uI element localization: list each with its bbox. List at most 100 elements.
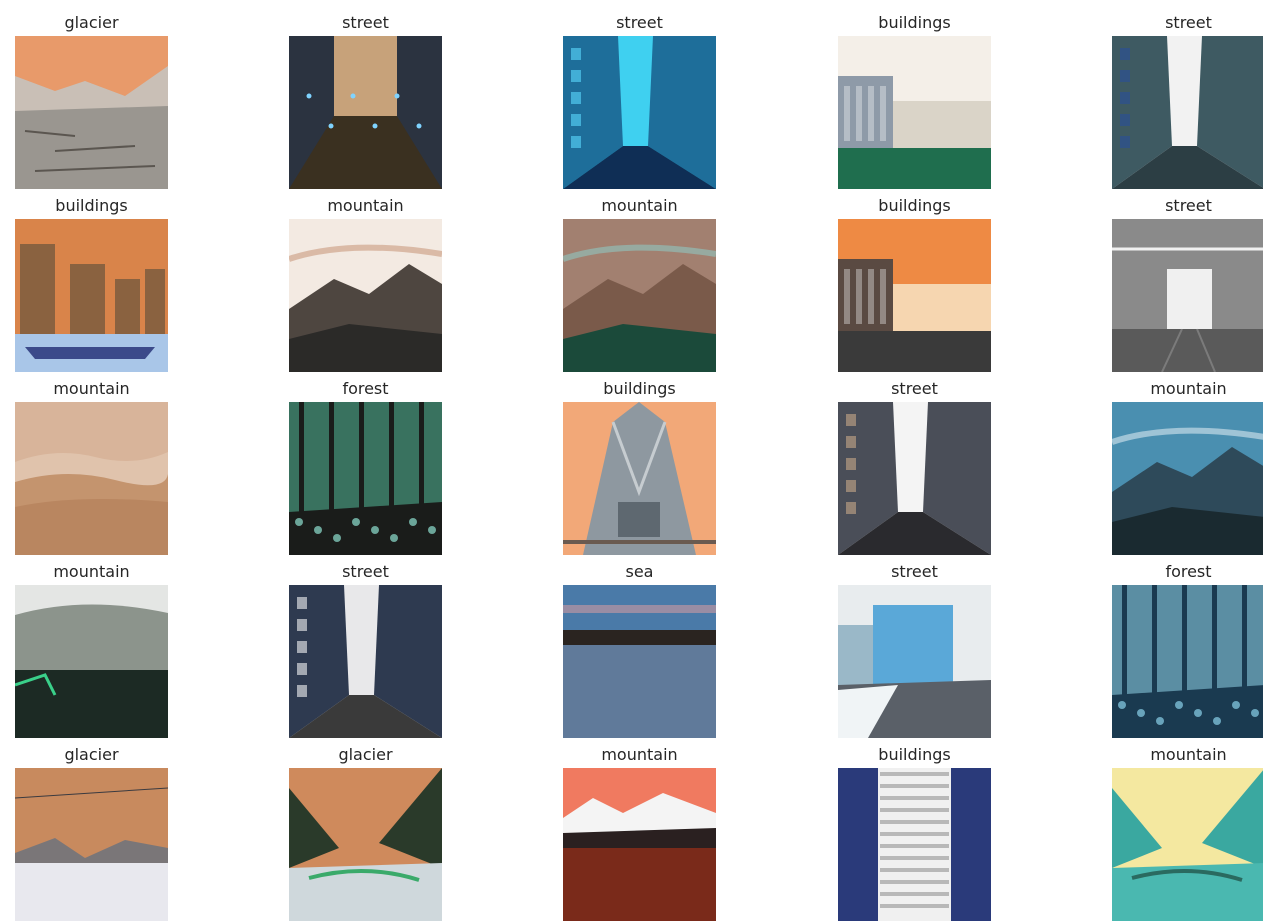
foliage	[1156, 717, 1164, 725]
street-image	[289, 36, 442, 189]
window	[297, 685, 307, 697]
mountain-image	[15, 402, 168, 555]
window	[846, 414, 856, 426]
grid-cell: street	[1112, 9, 1263, 189]
image-label: glacier	[64, 13, 119, 32]
scene-sea	[563, 585, 716, 738]
image-label: mountain	[601, 196, 678, 215]
window	[846, 436, 856, 448]
foliage	[390, 534, 398, 542]
facade-slat	[880, 880, 949, 884]
window-column	[880, 86, 886, 141]
forest-image	[1112, 585, 1263, 738]
scene-street	[563, 36, 716, 189]
facade-slat	[880, 856, 949, 860]
grid-cell: mountain	[563, 192, 716, 372]
scene-cathedral	[563, 402, 716, 555]
image-label: street	[616, 13, 663, 32]
window-column	[844, 269, 850, 324]
grid-cell: street	[289, 9, 442, 189]
scene-facade	[838, 768, 991, 921]
street-image	[563, 36, 716, 189]
lake-reflection	[563, 848, 716, 921]
scene-canal	[289, 36, 442, 189]
window	[846, 480, 856, 492]
image-label: mountain	[53, 562, 130, 581]
glacier-image	[15, 768, 168, 921]
window	[1120, 92, 1130, 104]
tram	[1167, 269, 1212, 329]
scene-forest	[1112, 585, 1263, 738]
image-label: mountain	[1150, 379, 1227, 398]
image-label: street	[342, 13, 389, 32]
water	[563, 645, 716, 738]
facade-slat	[880, 784, 949, 788]
scene-snow	[15, 768, 168, 921]
scene-snowtown	[838, 585, 991, 738]
foliage	[371, 526, 379, 534]
scene-haze	[15, 402, 168, 555]
window	[571, 136, 581, 148]
image-label: mountain	[601, 745, 678, 764]
image-label: forest	[342, 379, 389, 398]
window-column	[868, 269, 874, 324]
image-label: street	[342, 562, 389, 581]
house	[838, 625, 873, 685]
street-image	[1112, 219, 1263, 372]
snowfield	[15, 863, 168, 921]
tower	[145, 269, 165, 339]
street-image	[838, 585, 991, 738]
image-label: buildings	[55, 196, 128, 215]
foliage	[1194, 709, 1202, 717]
grid-cell: street	[563, 9, 716, 189]
street-light	[350, 93, 356, 99]
scene-buildings	[838, 36, 991, 189]
sea-image	[563, 585, 716, 738]
scene-street	[289, 585, 442, 738]
foliage	[1118, 701, 1126, 709]
tower	[20, 244, 55, 339]
image-label: street	[891, 562, 938, 581]
window	[1120, 70, 1130, 82]
window	[571, 114, 581, 126]
window	[571, 48, 581, 60]
window	[1120, 136, 1130, 148]
image-label: street	[1165, 13, 1212, 32]
window	[297, 619, 307, 631]
image-label: sea	[625, 562, 654, 581]
grid-cell: glacier	[15, 9, 168, 189]
scene-lake	[563, 768, 716, 921]
foliage	[428, 526, 436, 534]
tower	[70, 264, 105, 339]
street-image	[289, 585, 442, 738]
facade-slat	[880, 904, 949, 908]
ice-field	[15, 106, 168, 189]
window-column	[868, 86, 874, 141]
foliage	[1137, 709, 1145, 717]
facade-slat	[880, 772, 949, 776]
building	[893, 284, 991, 334]
right-building	[951, 768, 991, 921]
image-label: street	[891, 379, 938, 398]
scene-fog	[15, 585, 168, 738]
image-label: glacier	[338, 745, 393, 764]
window-column	[856, 86, 862, 141]
image-label: mountain	[53, 379, 130, 398]
facade-slat	[880, 820, 949, 824]
scene-street	[1112, 36, 1263, 189]
house	[873, 605, 953, 685]
facade-slat	[880, 844, 949, 848]
mountain-image	[563, 768, 716, 921]
window	[571, 70, 581, 82]
misty-hills	[15, 604, 168, 675]
scene-valley	[1112, 768, 1263, 921]
grid-cell: glacier	[289, 741, 442, 921]
street-light	[372, 123, 378, 129]
grid-cell: mountain	[563, 741, 716, 921]
street-light	[394, 93, 400, 99]
foliage	[1251, 709, 1259, 717]
treeline	[15, 670, 168, 738]
scene-glacier	[15, 36, 168, 189]
scene-buildings	[838, 219, 991, 372]
street-image	[1112, 36, 1263, 189]
